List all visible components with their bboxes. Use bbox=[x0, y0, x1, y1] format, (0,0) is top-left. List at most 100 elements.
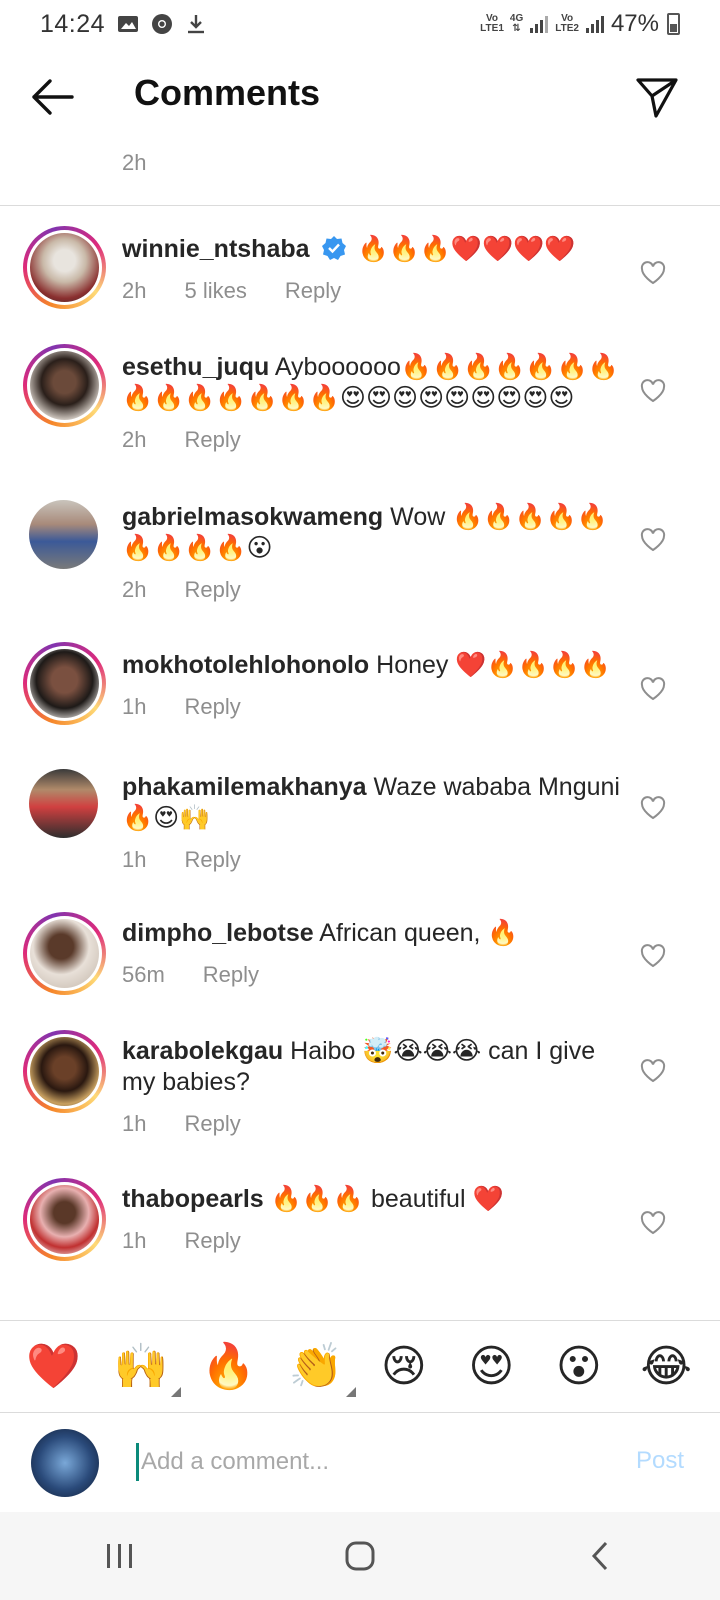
volte2-indicator: Vo LTE2 bbox=[555, 13, 579, 34]
back-chevron-icon bbox=[591, 1541, 608, 1571]
heart-icon[interactable] bbox=[640, 1211, 666, 1235]
skin-tone-indicator bbox=[346, 1386, 357, 1397]
emoji-clap-button[interactable]: 👏 bbox=[284, 1339, 357, 1397]
comment-body: dimpho_lebotse African queen, 🔥 56m Repl… bbox=[122, 918, 622, 990]
gallery-icon bbox=[118, 16, 139, 32]
comment-likes[interactable]: 5 likes bbox=[184, 275, 246, 306]
4g-indicator: 4G ⇅ bbox=[509, 13, 524, 34]
reply-button[interactable]: Reply bbox=[184, 844, 240, 875]
verified-badge-icon bbox=[321, 236, 346, 260]
comment-time: 2h bbox=[122, 577, 147, 602]
status-time: 14:24 bbox=[40, 9, 106, 38]
comment-username[interactable]: thabopearls bbox=[122, 1185, 264, 1213]
recent-apps-button[interactable] bbox=[90, 1526, 150, 1586]
avatar bbox=[30, 1037, 99, 1106]
comment-time: 2h bbox=[122, 427, 147, 452]
header: Comments bbox=[0, 60, 720, 134]
status-bar: 14:24 Vo LTE1 4G ⇅ Vo LTE2 47% bbox=[0, 0, 720, 48]
battery-percent: 47% bbox=[610, 10, 659, 37]
avatar bbox=[30, 1185, 99, 1254]
avatar-story-ring[interactable] bbox=[23, 1030, 106, 1113]
download-icon bbox=[188, 15, 205, 34]
comment-username[interactable]: karabolekgau bbox=[122, 1037, 283, 1065]
back-button[interactable] bbox=[570, 1526, 630, 1586]
heart-icon[interactable] bbox=[640, 944, 666, 968]
reply-button[interactable]: Reply bbox=[184, 1225, 240, 1256]
emoji-tears-of-joy-button[interactable]: 😂 bbox=[634, 1339, 698, 1395]
reply-button[interactable]: Reply bbox=[203, 959, 259, 990]
battery-icon bbox=[667, 13, 680, 35]
comment-username[interactable]: dimpho_lebotse bbox=[122, 919, 314, 947]
emoji-heart-button[interactable]: ❤️ bbox=[22, 1339, 86, 1395]
home-icon bbox=[345, 1541, 375, 1571]
avatar bbox=[30, 649, 99, 718]
emoji-surprised-button[interactable]: 😮 bbox=[547, 1339, 611, 1395]
heart-icon[interactable] bbox=[640, 796, 666, 820]
divider bbox=[0, 205, 720, 206]
reply-button[interactable]: Reply bbox=[184, 424, 240, 455]
emoji-heart-eyes-button[interactable]: 😍 bbox=[459, 1339, 523, 1395]
recent-apps-icon bbox=[107, 1544, 132, 1568]
comment-text: 🔥🔥🔥❤️❤️❤️❤️ bbox=[357, 235, 576, 263]
heart-icon[interactable] bbox=[640, 677, 666, 701]
heart-icon[interactable] bbox=[640, 528, 666, 552]
comment-username[interactable]: phakamilemakhanya bbox=[122, 773, 367, 801]
comment-text: African queen, 🔥 bbox=[319, 919, 519, 947]
avatar[interactable] bbox=[29, 500, 98, 569]
comment-time: 1h bbox=[122, 694, 147, 719]
avatar-story-ring[interactable] bbox=[23, 912, 106, 995]
avatar-story-ring[interactable] bbox=[23, 344, 106, 427]
comment-username[interactable]: mokhotolehlohonolo bbox=[122, 651, 369, 679]
comment-time: 1h bbox=[122, 1111, 147, 1136]
avatar[interactable] bbox=[29, 769, 98, 838]
emoji-raising-hands-button[interactable]: 🙌 bbox=[109, 1339, 182, 1397]
system-nav-bar bbox=[0, 1512, 720, 1600]
volte1-indicator: Vo LTE1 bbox=[480, 13, 504, 34]
emoji-quick-bar: ❤️ 🙌 🔥 👏 😢 😍 😮 😂 bbox=[0, 1320, 720, 1412]
comment-body: phakamilemakhanya Waze wababa Mnguni 🔥😍🙌… bbox=[122, 772, 622, 875]
emoji-sad-button[interactable]: 😢 bbox=[372, 1339, 436, 1395]
comment-username[interactable]: esethu_juqu bbox=[122, 353, 269, 381]
reply-button[interactable]: Reply bbox=[184, 574, 240, 605]
avatar bbox=[30, 919, 99, 988]
avatar bbox=[30, 351, 99, 420]
chrome-icon bbox=[152, 14, 173, 34]
signal-icon-2 bbox=[585, 16, 604, 33]
reply-button[interactable]: Reply bbox=[184, 691, 240, 722]
avatar-story-ring[interactable] bbox=[23, 642, 106, 725]
page-title: Comments bbox=[134, 72, 321, 113]
my-avatar bbox=[31, 1429, 99, 1497]
avatar-story-ring[interactable] bbox=[23, 226, 106, 309]
comment-input[interactable] bbox=[136, 1443, 596, 1481]
back-arrow-icon[interactable] bbox=[26, 74, 78, 120]
comment-time: 2h bbox=[122, 278, 147, 303]
emoji-fire-button[interactable]: 🔥 bbox=[197, 1339, 261, 1395]
comment-body: winnie_ntshaba 🔥🔥🔥❤️❤️❤️❤️ 2h 5 likes Re… bbox=[122, 234, 622, 306]
comment-time: 1h bbox=[122, 1228, 147, 1253]
comment-time: 56m bbox=[122, 962, 165, 987]
comment-text: 🔥🔥🔥 beautiful ❤️ bbox=[270, 1185, 504, 1213]
reply-button[interactable]: Reply bbox=[285, 275, 341, 306]
send-direct-icon[interactable] bbox=[634, 74, 680, 120]
comment-composer: Post bbox=[0, 1412, 720, 1512]
avatar-story-ring[interactable] bbox=[23, 1178, 106, 1261]
comment-text: Honey ❤️🔥🔥🔥🔥 bbox=[376, 651, 611, 679]
comment-body: gabrielmasokwameng Wow 🔥🔥🔥🔥🔥🔥🔥🔥🔥😮 2h Rep… bbox=[122, 502, 622, 605]
comment-body: mokhotolehlohonolo Honey ❤️🔥🔥🔥🔥 1h Reply bbox=[122, 650, 622, 722]
comment-username[interactable]: gabrielmasokwameng bbox=[122, 503, 383, 531]
reply-button[interactable]: Reply bbox=[184, 1108, 240, 1139]
home-button[interactable] bbox=[330, 1526, 390, 1586]
skin-tone-indicator bbox=[171, 1386, 182, 1397]
comment-username[interactable]: winnie_ntshaba bbox=[122, 235, 310, 263]
comment-body: esethu_juqu Ayboooooo🔥🔥🔥🔥🔥🔥🔥🔥🔥🔥🔥🔥🔥🔥😍😍😍😍😍… bbox=[122, 352, 622, 455]
comment-body: thabopearls 🔥🔥🔥 beautiful ❤️ 1h Reply bbox=[122, 1184, 622, 1256]
signal-icon bbox=[530, 16, 549, 33]
comment-time: 1h bbox=[122, 847, 147, 872]
heart-icon[interactable] bbox=[640, 1059, 666, 1083]
avatar bbox=[30, 233, 99, 302]
comment-body: karabolekgau Haibo 🤯😭😭😭 can I give my ba… bbox=[122, 1036, 622, 1139]
post-button[interactable]: Post bbox=[636, 1447, 684, 1475]
heart-icon[interactable] bbox=[640, 379, 666, 403]
previous-comment-time: 2h bbox=[122, 150, 147, 175]
heart-icon[interactable] bbox=[640, 261, 666, 285]
